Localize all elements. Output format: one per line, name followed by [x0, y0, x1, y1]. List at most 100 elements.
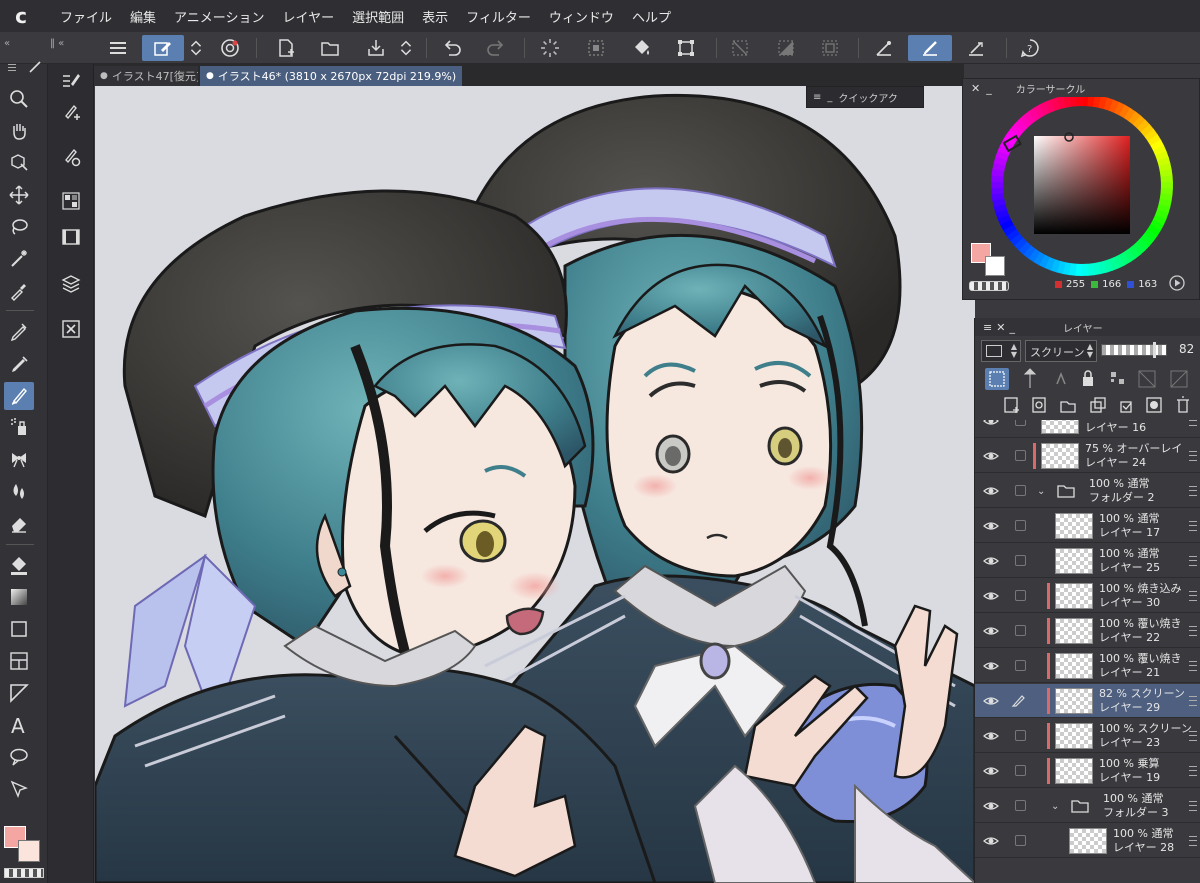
- drag-handle-icon[interactable]: [1189, 836, 1197, 846]
- crop-icon[interactable]: [672, 35, 700, 61]
- visibility-eye-icon[interactable]: [983, 833, 999, 849]
- ruler-icon[interactable]: [870, 35, 898, 61]
- drag-handle-icon[interactable]: [1189, 696, 1197, 706]
- visibility-eye-icon[interactable]: [983, 483, 999, 499]
- close-panel-icon[interactable]: [60, 318, 82, 340]
- fill-icon[interactable]: [8, 554, 30, 576]
- layer-checkbox[interactable]: [1015, 800, 1026, 811]
- visibility-eye-icon[interactable]: [983, 658, 999, 674]
- loading-icon[interactable]: [536, 35, 564, 61]
- rec-icon[interactable]: [216, 35, 244, 61]
- chevron-down-icon[interactable]: ⌄: [1051, 801, 1059, 812]
- drag-handle-icon[interactable]: [1189, 661, 1197, 671]
- decoration-icon[interactable]: [8, 448, 30, 470]
- layer-checkbox[interactable]: [1015, 835, 1026, 846]
- object-select-icon[interactable]: [8, 152, 30, 174]
- layer-row[interactable]: 100 % 通常 レイヤー 28: [975, 824, 1200, 858]
- invert-selection-icon[interactable]: [772, 35, 800, 61]
- drawing-canvas[interactable]: [95, 86, 975, 883]
- sub-color-swatch[interactable]: [18, 840, 40, 862]
- layer-row[interactable]: 100 % 通常 レイヤー 17: [975, 509, 1200, 543]
- layer-row[interactable]: 100 % 通常 レイヤー 25: [975, 544, 1200, 578]
- drag-handle-icon[interactable]: [1189, 556, 1197, 566]
- panel-menu-icon[interactable]: ≡: [813, 92, 821, 103]
- opacity-slider-handle[interactable]: [1152, 342, 1156, 358]
- timeline-icon[interactable]: [60, 226, 82, 248]
- visibility-eye-icon[interactable]: [983, 448, 999, 464]
- visibility-eye-icon[interactable]: [983, 420, 999, 429]
- select-area-icon[interactable]: [582, 35, 610, 61]
- layer-checkbox[interactable]: [1015, 450, 1026, 461]
- redo-icon[interactable]: [482, 35, 510, 61]
- drag-handle-icon[interactable]: [1189, 626, 1197, 636]
- layer-row[interactable]: 100 % 乗算 レイヤー 19: [975, 754, 1200, 788]
- zoom-icon[interactable]: [8, 88, 30, 110]
- layer-property-icon[interactable]: [60, 190, 82, 212]
- new-file-icon[interactable]: [272, 35, 300, 61]
- hand-icon[interactable]: [8, 120, 30, 142]
- clear-selection-icon[interactable]: [726, 35, 754, 61]
- tab-document-47[interactable]: ● イラスト47[復元]: [94, 66, 198, 86]
- opacity-slider[interactable]: [1101, 342, 1167, 358]
- menu-item[interactable]: レイヤー: [283, 7, 335, 26]
- edit-layer-icon[interactable]: [142, 35, 184, 61]
- menu-item[interactable]: ファイル: [60, 7, 112, 26]
- frame-icon[interactable]: [8, 650, 30, 672]
- quick-access-panel[interactable]: ≡ _ クイックアク: [806, 86, 924, 108]
- sub-tool-add-icon[interactable]: [60, 102, 82, 124]
- layer-stack-icon[interactable]: [60, 272, 82, 294]
- ruler-tool-icon[interactable]: [8, 682, 30, 704]
- layer-checkbox[interactable]: [1015, 765, 1026, 776]
- correct-line-icon[interactable]: [8, 778, 30, 800]
- drag-handle-icon[interactable]: [1189, 486, 1197, 496]
- layer-checkbox[interactable]: [1015, 555, 1026, 566]
- layer-checkbox[interactable]: [1015, 520, 1026, 531]
- layer-checkbox[interactable]: [1015, 660, 1026, 671]
- layer-folder-row[interactable]: ⌄ 100 % 通常 フォルダー 3: [975, 789, 1200, 823]
- help-icon[interactable]: ?: [1016, 35, 1044, 61]
- drag-handle-icon[interactable]: [1189, 420, 1197, 426]
- pen-icon[interactable]: [8, 320, 30, 342]
- drag-handle-icon[interactable]: [1189, 521, 1197, 531]
- layer-folder-row[interactable]: ⌄ 100 % 通常 フォルダー 2: [975, 474, 1200, 508]
- close-icon[interactable]: ✕: [971, 82, 980, 95]
- open-folder-icon[interactable]: [316, 35, 344, 61]
- minimize-icon[interactable]: _: [986, 82, 992, 95]
- blend-icon[interactable]: [8, 480, 30, 502]
- layer-checkbox[interactable]: [1015, 485, 1026, 496]
- visibility-eye-icon[interactable]: [983, 728, 999, 744]
- drag-handle-icon[interactable]: [1189, 766, 1197, 776]
- move-icon[interactable]: [8, 184, 30, 206]
- layer-checkbox[interactable]: [1015, 590, 1026, 601]
- text-icon[interactable]: A: [8, 714, 30, 738]
- menu-hamburger-icon[interactable]: [104, 35, 132, 61]
- sub-color-swatch[interactable]: [985, 256, 1005, 276]
- layer-row[interactable]: 100 % スクリーン レイヤー 23: [975, 719, 1200, 753]
- tab-document-46[interactable]: ● イラスト46* (3810 x 2670px 72dpi 219.9%): [200, 66, 463, 86]
- visibility-eye-icon[interactable]: [983, 798, 999, 814]
- undo-icon[interactable]: [438, 35, 466, 61]
- lasso-icon[interactable]: [8, 216, 30, 238]
- eraser-icon[interactable]: [8, 512, 30, 534]
- expand-icon[interactable]: ‖ «: [50, 38, 64, 49]
- figure-icon[interactable]: [8, 618, 30, 640]
- drag-handle-icon[interactable]: [1189, 731, 1197, 741]
- brush-tool-icon[interactable]: [4, 382, 34, 410]
- menu-item[interactable]: ヘルプ: [632, 7, 671, 26]
- save-stepper-icon[interactable]: [396, 35, 416, 61]
- visibility-eye-icon[interactable]: [983, 588, 999, 604]
- minimize-icon[interactable]: _: [827, 92, 832, 103]
- layer-row[interactable]: 75 % オーバーレイ レイヤー 24: [975, 439, 1200, 473]
- drag-handle-icon[interactable]: [1189, 451, 1197, 461]
- layer-row[interactable]: 82 % スクリーン レイヤー 29: [975, 684, 1200, 718]
- drag-handle-icon[interactable]: [1189, 801, 1197, 811]
- pencil-icon[interactable]: [8, 352, 30, 374]
- layer-color-select[interactable]: ▲ ▼: [981, 340, 1021, 362]
- sub-tool-edit-icon[interactable]: [60, 68, 82, 90]
- layer-row[interactable]: 100 % 通常レイヤー 16: [975, 420, 1200, 438]
- layer-checkbox[interactable]: [1015, 625, 1026, 636]
- app-logo[interactable]: c: [0, 0, 42, 32]
- stepper-icon[interactable]: [186, 35, 206, 61]
- visibility-eye-icon[interactable]: [983, 693, 999, 709]
- airbrush-icon[interactable]: [8, 416, 30, 438]
